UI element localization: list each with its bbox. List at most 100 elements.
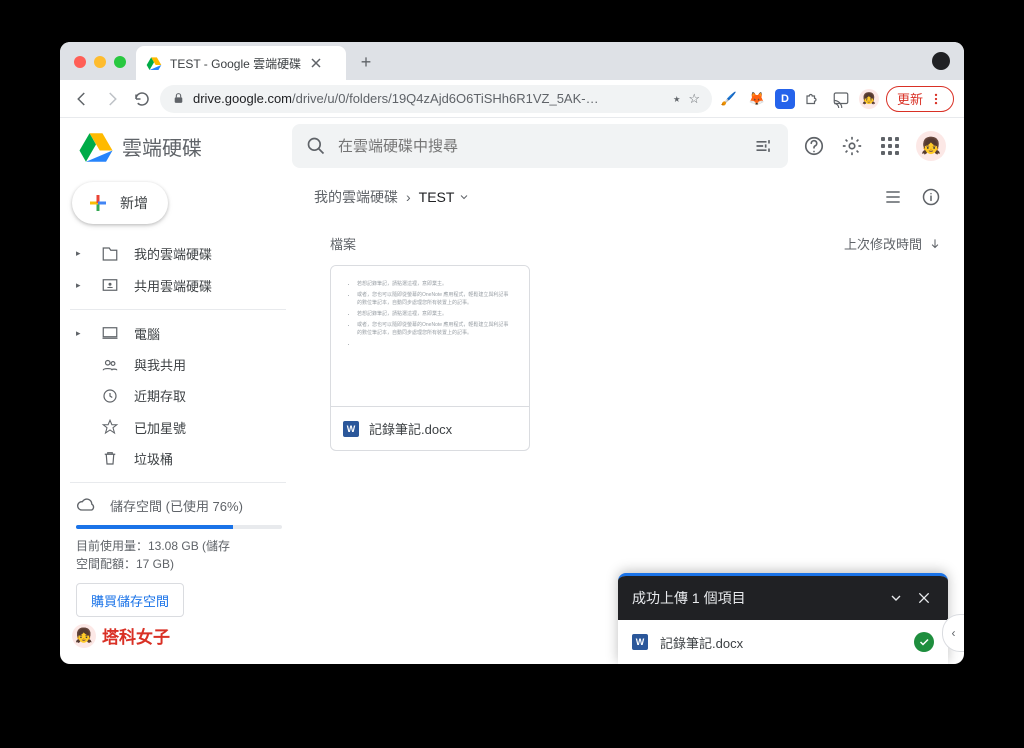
- help-icon[interactable]: [802, 134, 826, 158]
- translate-icon[interactable]: ⭑: [673, 91, 680, 107]
- watermark: 👧 塔科女子: [70, 617, 296, 652]
- sidebar-item-label: 電腦: [134, 324, 160, 343]
- star-icon: [100, 418, 120, 436]
- file-name: 記錄筆記.docx: [369, 419, 452, 438]
- upload-toast-header: 成功上傳 1 個項目: [618, 576, 948, 620]
- drive-favicon: [146, 55, 162, 71]
- buy-storage-button[interactable]: 購買儲存空間: [76, 583, 184, 617]
- computer-icon: [100, 324, 120, 342]
- folder-toolbar: 我的雲端硬碟 › TEST: [296, 174, 964, 220]
- word-doc-icon: W: [632, 634, 648, 650]
- tab-overflow-button[interactable]: [932, 52, 950, 70]
- cast-icon[interactable]: [830, 88, 852, 110]
- breadcrumb: 我的雲端硬碟 › TEST: [314, 187, 470, 207]
- lock-icon: [172, 92, 185, 105]
- settings-gear-icon[interactable]: [840, 134, 864, 158]
- sidebar-item-trash[interactable]: ▸ 垃圾桶: [70, 443, 296, 474]
- extension-d-icon[interactable]: D: [774, 88, 796, 110]
- file-card[interactable]: 若想記錄筆記，請點選這裡，意即業主。 或者，您也可以隨即從螢幕的OneNote …: [330, 265, 530, 451]
- word-doc-icon: W: [343, 421, 359, 437]
- new-button-label: 新增: [120, 193, 148, 213]
- chevron-down-icon: [458, 191, 470, 203]
- expand-icon[interactable]: ▸: [76, 328, 86, 339]
- details-info-icon[interactable]: [920, 186, 942, 208]
- extension-metamask-icon[interactable]: 🦊: [746, 88, 768, 110]
- sidebar-item-shared-drives[interactable]: ▸ 共用雲端硬碟: [70, 270, 296, 301]
- window-close-button[interactable]: [74, 56, 86, 68]
- extensions-puzzle-icon[interactable]: [802, 88, 824, 110]
- cloud-icon: [76, 495, 96, 515]
- sidebar: 新增 ▸ 我的雲端硬碟 ▸ 共用雲端硬碟 ▸ 電腦: [60, 174, 296, 664]
- window-controls: [68, 56, 136, 80]
- modified-label: 上次修改時間: [844, 234, 922, 253]
- upload-toast-item[interactable]: W 記錄筆記.docx: [618, 620, 948, 664]
- product-name: 雲端硬碟: [122, 132, 202, 161]
- chevron-right-icon: ›: [406, 189, 411, 205]
- search-options-icon[interactable]: [754, 136, 774, 156]
- app-header: 雲端硬碟 👧: [60, 118, 964, 174]
- my-drive-icon: [100, 245, 120, 263]
- storage-head-label: 儲存空間 (已使用 76%): [110, 496, 243, 515]
- people-icon: [100, 356, 120, 374]
- url-field[interactable]: drive.google.com/drive/u/0/folders/19Q4z…: [160, 85, 712, 113]
- sidebar-item-label: 近期存取: [134, 386, 186, 405]
- shared-drives-icon: [100, 276, 120, 294]
- breadcrumb-root[interactable]: 我的雲端硬碟: [314, 187, 398, 207]
- sidebar-item-label: 與我共用: [134, 355, 186, 374]
- file-thumbnail: 若想記錄筆記，請點選這裡，意即業主。 或者，您也可以隨即從螢幕的OneNote …: [331, 266, 529, 406]
- browser-tab[interactable]: TEST - Google 雲端硬碟: [136, 46, 346, 80]
- storage-bar: [76, 525, 282, 529]
- extension-avatar-icon[interactable]: 👧: [858, 88, 880, 110]
- bookmark-star-icon[interactable]: ☆: [688, 91, 700, 107]
- sidebar-item-my-drive[interactable]: ▸ 我的雲端硬碟: [70, 238, 296, 269]
- breadcrumb-current[interactable]: TEST: [419, 189, 471, 205]
- list-view-toggle-icon[interactable]: [882, 186, 904, 208]
- browser-window: TEST - Google 雲端硬碟 + drive.google.com/dr…: [60, 42, 964, 664]
- account-avatar[interactable]: 👧: [916, 131, 946, 161]
- search-input[interactable]: [338, 138, 742, 155]
- storage-bar-fill: [76, 525, 233, 529]
- new-tab-button[interactable]: +: [352, 48, 380, 76]
- sidebar-item-recent[interactable]: ▸ 近期存取: [70, 380, 296, 411]
- divider: [70, 482, 286, 483]
- main-pane: 我的雲端硬碟 › TEST 檔案 上次修改時: [296, 174, 964, 664]
- tab-strip: TEST - Google 雲端硬碟 +: [60, 42, 964, 80]
- arrow-down-icon: [928, 237, 942, 251]
- storage-usage-text: 目前使用量：13.08 GB (儲存 空間配額：17 GB): [76, 537, 282, 573]
- tab-title: TEST - Google 雲端硬碟: [170, 55, 301, 72]
- sidebar-item-shared-with-me[interactable]: ▸ 與我共用: [70, 349, 296, 380]
- chrome-menu-icon[interactable]: [929, 92, 943, 106]
- forward-button[interactable]: [100, 87, 124, 111]
- watermark-text: 塔科女子: [102, 623, 170, 648]
- drive-logo-icon: [78, 128, 114, 164]
- sidebar-item-storage[interactable]: 儲存空間 (已使用 76%): [76, 495, 282, 515]
- search-box[interactable]: [292, 124, 788, 168]
- window-minimize-button[interactable]: [94, 56, 106, 68]
- extension-brush-icon[interactable]: 🖌️: [718, 88, 740, 110]
- upload-item-name: 記錄筆記.docx: [660, 633, 743, 652]
- update-chrome-button[interactable]: 更新: [886, 86, 954, 112]
- back-button[interactable]: [70, 87, 94, 111]
- upload-toast-title: 成功上傳 1 個項目: [632, 588, 746, 608]
- toast-close-icon[interactable]: [916, 590, 934, 606]
- watermark-avatar-icon: 👧: [72, 624, 96, 648]
- header-actions: 👧: [802, 131, 946, 161]
- sidebar-item-starred[interactable]: ▸ 已加星號: [70, 412, 296, 443]
- list-header: 檔案 上次修改時間: [296, 220, 964, 261]
- trash-icon: [100, 449, 120, 467]
- drive-logo[interactable]: 雲端硬碟: [78, 128, 278, 164]
- close-tab-button[interactable]: [309, 56, 323, 70]
- sidebar-item-label: 共用雲端硬碟: [134, 276, 212, 295]
- reload-button[interactable]: [130, 87, 154, 111]
- drive-app: 雲端硬碟 👧 新增 ▸: [60, 118, 964, 664]
- expand-icon[interactable]: ▸: [76, 248, 86, 259]
- column-header-modified[interactable]: 上次修改時間: [844, 234, 942, 253]
- divider: [70, 309, 286, 310]
- toast-collapse-icon[interactable]: [888, 590, 906, 606]
- google-apps-icon[interactable]: [878, 134, 902, 158]
- expand-icon[interactable]: ▸: [76, 280, 86, 291]
- new-button[interactable]: 新增: [72, 182, 168, 224]
- clock-icon: [100, 387, 120, 405]
- sidebar-item-computers[interactable]: ▸ 電腦: [70, 318, 296, 349]
- window-zoom-button[interactable]: [114, 56, 126, 68]
